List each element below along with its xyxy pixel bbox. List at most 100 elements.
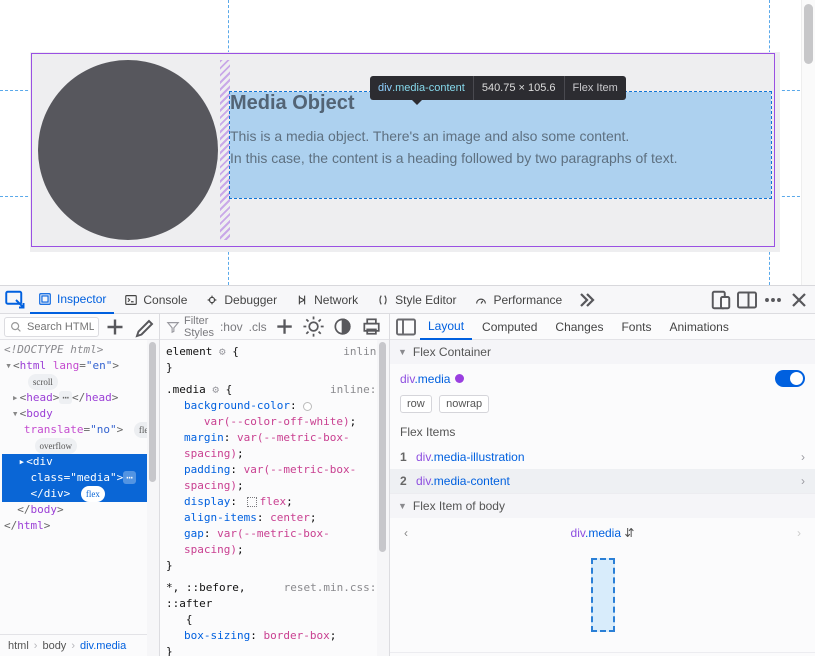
gear-icon[interactable]: ⚙ bbox=[219, 345, 226, 358]
rule-element: element ⚙ {inline } bbox=[166, 344, 383, 376]
more-options-icon[interactable] bbox=[761, 288, 785, 312]
tab-network[interactable]: Network bbox=[287, 286, 366, 314]
badge-overflow[interactable]: overflow bbox=[35, 438, 78, 454]
rule-selector[interactable]: .media bbox=[166, 383, 206, 396]
add-node-icon[interactable] bbox=[103, 315, 127, 339]
search-icon bbox=[9, 320, 23, 334]
tab-debugger[interactable]: Debugger bbox=[197, 286, 285, 314]
tab-console[interactable]: Console bbox=[116, 286, 195, 314]
filter-icon bbox=[166, 320, 180, 334]
tab-style-editor[interactable]: Style Editor bbox=[368, 286, 464, 314]
badge-scroll[interactable]: scroll bbox=[28, 374, 58, 390]
flex-item-outline bbox=[591, 558, 615, 632]
toggle-sidebar-icon[interactable] bbox=[394, 315, 418, 339]
css-prop[interactable]: padding bbox=[184, 463, 230, 476]
css-prop[interactable]: background-color bbox=[184, 399, 290, 412]
badge-flex[interactable]: flex bbox=[81, 486, 105, 502]
flex-item-index: 2 bbox=[400, 474, 416, 488]
flex-container-link[interactable]: div.media bbox=[400, 372, 450, 386]
section-header[interactable]: ▼Flex Item of body bbox=[390, 494, 815, 518]
rules-list[interactable]: element ⚙ {inline } .media ⚙ {inline:5 b… bbox=[160, 340, 389, 656]
filter-styles[interactable]: Filter Styles bbox=[166, 315, 214, 339]
close-devtools-icon[interactable] bbox=[787, 288, 811, 312]
css-prop[interactable]: gap bbox=[184, 527, 204, 540]
tooltip-role: Flex Item bbox=[564, 76, 626, 100]
light-mode-icon[interactable] bbox=[302, 315, 325, 339]
side-tab-animations[interactable]: Animations bbox=[661, 314, 736, 340]
markup-pane: <!DOCTYPE html> ▾<html lang="en"> scroll… bbox=[0, 314, 160, 656]
overlay-color-swatch[interactable] bbox=[455, 374, 464, 383]
devtools-body: <!DOCTYPE html> ▾<html lang="en"> scroll… bbox=[0, 314, 815, 656]
side-tab-changes[interactable]: Changes bbox=[547, 314, 611, 340]
search-html-input[interactable] bbox=[27, 321, 94, 333]
overlay-toggle[interactable] bbox=[775, 370, 805, 387]
crumb-current[interactable]: div.media bbox=[78, 640, 128, 652]
tab-inspector[interactable]: Inspector bbox=[30, 286, 114, 314]
tab-label: Inspector bbox=[57, 292, 106, 306]
css-value[interactable]: flex bbox=[260, 495, 287, 508]
search-html[interactable] bbox=[4, 317, 99, 337]
css-prop[interactable]: align-items bbox=[184, 511, 257, 524]
responsive-mode-icon[interactable] bbox=[709, 288, 733, 312]
page-viewport: Media Object This is a media object. The… bbox=[0, 0, 815, 285]
rule-selector[interactable]: element bbox=[166, 345, 212, 358]
css-prop[interactable]: box-sizing bbox=[184, 629, 250, 642]
flex-badge-icon[interactable] bbox=[247, 497, 257, 507]
scrollbar-thumb[interactable] bbox=[149, 342, 156, 482]
rule-close: } bbox=[166, 360, 383, 376]
contrast-icon[interactable] bbox=[331, 315, 354, 339]
crumb[interactable]: body bbox=[40, 640, 68, 652]
gear-icon[interactable]: ⚙ bbox=[212, 383, 219, 396]
inspector-icon bbox=[38, 292, 52, 306]
rule-selector[interactable]: *, ::before, ::after bbox=[166, 580, 284, 612]
css-prop[interactable]: display bbox=[184, 495, 230, 508]
markup-scrollbar[interactable] bbox=[147, 340, 159, 656]
chevron-right-icon: › bbox=[801, 474, 805, 488]
css-value[interactable]: var(--color-off-white) bbox=[204, 415, 350, 428]
crumb[interactable]: html bbox=[6, 640, 31, 652]
css-value[interactable]: border-box bbox=[263, 629, 329, 642]
selected-node[interactable]: ▸<div bbox=[2, 454, 159, 470]
dock-side-icon[interactable] bbox=[735, 288, 759, 312]
flex-item-row[interactable]: 1 div.media-illustration › bbox=[390, 445, 815, 469]
css-value[interactable]: center bbox=[270, 511, 310, 524]
flex-parent-link[interactable]: div.media ⇵ bbox=[571, 526, 635, 540]
side-tab-computed[interactable]: Computed bbox=[474, 314, 545, 340]
next-sibling-icon[interactable]: › bbox=[797, 526, 801, 540]
section-header[interactable]: ▼Flex Container bbox=[390, 340, 815, 364]
print-media-icon[interactable] bbox=[360, 315, 383, 339]
tab-performance[interactable]: Performance bbox=[466, 286, 570, 314]
eyedropper-icon[interactable] bbox=[131, 315, 155, 339]
hov-toggle[interactable]: :hov bbox=[220, 320, 243, 334]
css-prop[interactable]: margin bbox=[184, 431, 224, 444]
cls-toggle[interactable]: .cls bbox=[249, 320, 267, 334]
rules-scrollbar[interactable] bbox=[377, 340, 389, 656]
flex-direction-pill: row bbox=[400, 395, 432, 413]
section-flex-item-of: ▼Flex Item of body ‹ div.media ⇵ › bbox=[390, 494, 815, 653]
flex-item-row[interactable]: 2 div.media-content › bbox=[390, 469, 815, 493]
prev-sibling-icon[interactable]: ‹ bbox=[404, 526, 408, 540]
overflow-tabs-icon[interactable] bbox=[572, 288, 596, 312]
flex-wrap-pill: nowrap bbox=[439, 395, 489, 413]
doctype: <!DOCTYPE html> bbox=[4, 343, 103, 356]
markup-tree[interactable]: <!DOCTYPE html> ▾<html lang="en"> scroll… bbox=[0, 340, 159, 634]
page-scrollbar[interactable] bbox=[801, 0, 815, 285]
media-paragraph: In this case, the content is a heading f… bbox=[230, 147, 771, 169]
network-icon bbox=[295, 293, 309, 307]
css-value[interactable]: var(--metric-box-spacing) bbox=[184, 527, 330, 556]
console-icon bbox=[124, 293, 138, 307]
rule-source[interactable]: inline:5 bbox=[330, 382, 383, 398]
section-title: Flex Item of body bbox=[413, 499, 505, 513]
flex-item-minimap bbox=[390, 548, 815, 652]
rule-media: .media ⚙ {inline:5 background-color: var… bbox=[166, 382, 383, 574]
scrollbar-thumb[interactable] bbox=[804, 4, 813, 64]
scrollbar-thumb[interactable] bbox=[379, 342, 386, 552]
color-swatch[interactable] bbox=[303, 402, 312, 411]
side-tab-fonts[interactable]: Fonts bbox=[613, 314, 659, 340]
layout-body: ▼Flex Container div.media row nowrap F bbox=[390, 340, 815, 656]
side-tab-layout[interactable]: Layout bbox=[420, 314, 472, 340]
pick-element-icon[interactable] bbox=[4, 288, 28, 312]
rule-source[interactable]: reset.min.css:1 bbox=[284, 580, 383, 612]
tab-label: Style Editor bbox=[395, 293, 456, 307]
add-rule-icon[interactable] bbox=[273, 315, 296, 339]
